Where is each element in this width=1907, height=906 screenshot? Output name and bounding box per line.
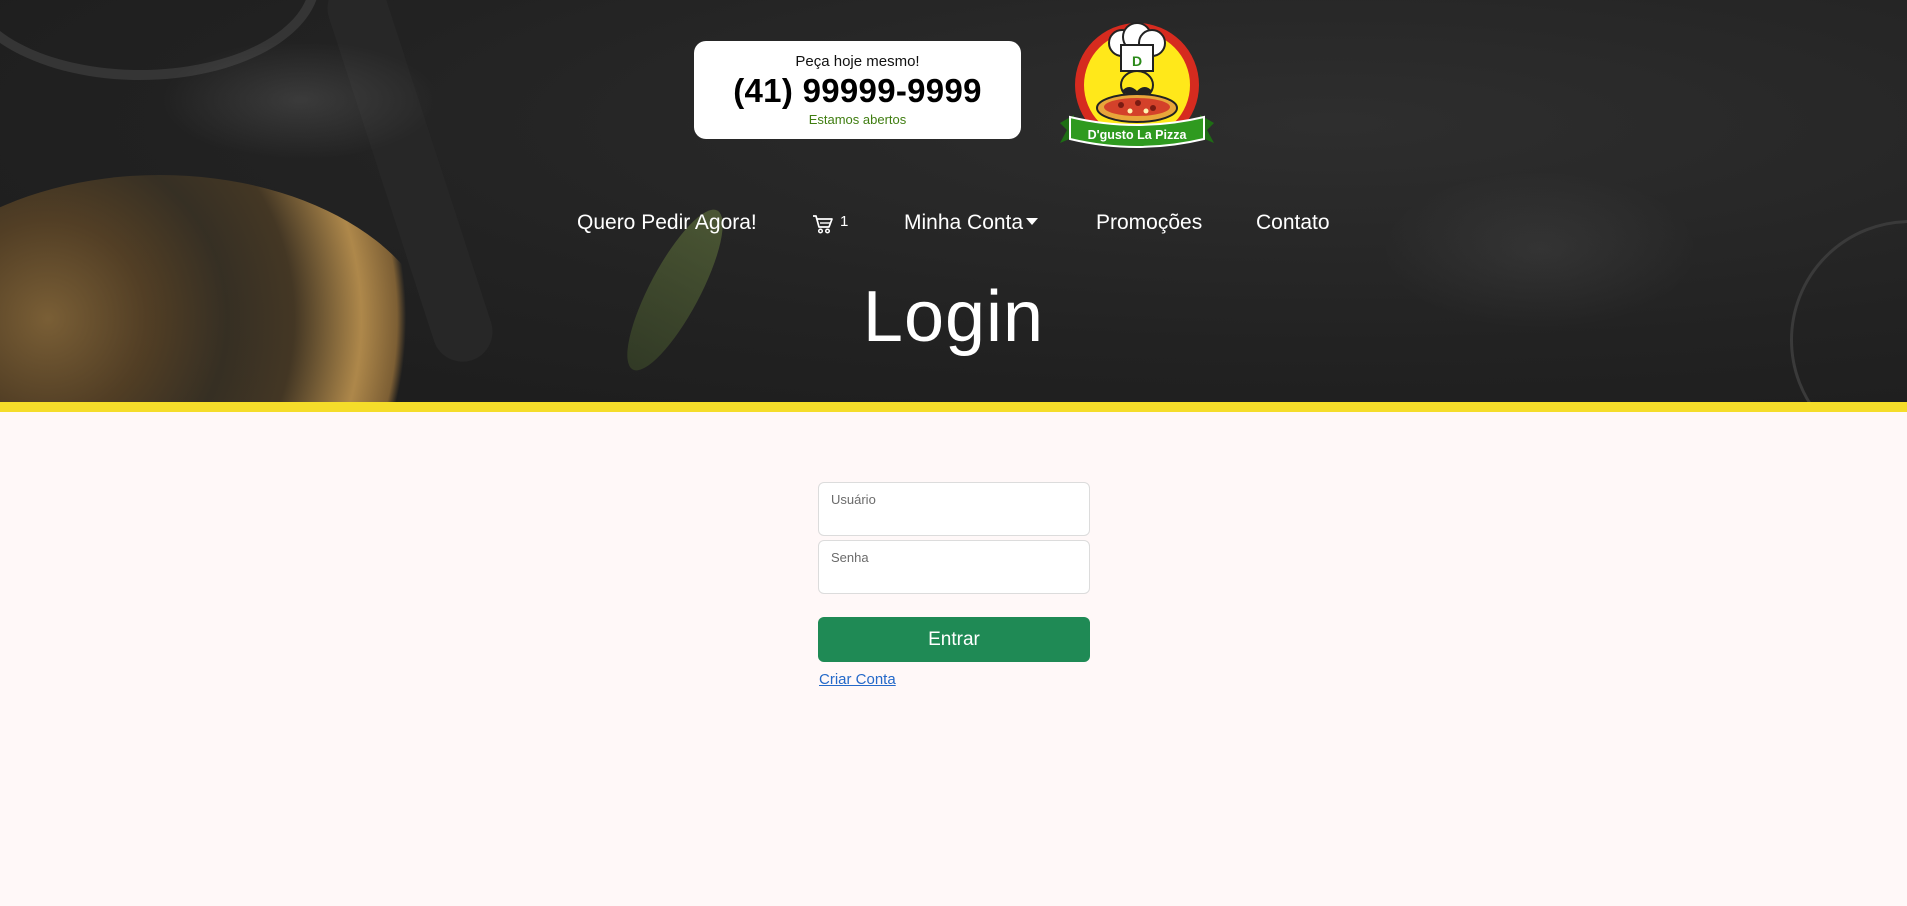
- nav-cart[interactable]: 1: [812, 212, 849, 234]
- password-field[interactable]: Senha: [818, 540, 1090, 594]
- nav-order-now[interactable]: Quero Pedir Agora!: [577, 211, 757, 235]
- nav-my-account-dropdown[interactable]: Minha Conta: [904, 211, 1039, 235]
- brand-name: D'gusto La Pizza: [1088, 128, 1188, 142]
- background-flour-decoration: [160, 40, 440, 160]
- create-account-link[interactable]: Criar Conta: [819, 671, 896, 688]
- phone-number[interactable]: (41) 99999-9999: [694, 72, 1021, 110]
- header-accent-bar: [0, 402, 1907, 412]
- username-label: Usuário: [831, 492, 876, 507]
- order-prompt: Peça hoje mesmo!: [795, 53, 920, 70]
- brand-logo[interactable]: D D'gusto La Pizza: [1058, 15, 1216, 157]
- phone-card: Peça hoje mesmo! (41) 99999-9999 Estamos…: [694, 41, 1021, 139]
- open-status: Estamos abertos: [808, 112, 907, 127]
- main-nav: Quero Pedir Agora! 1 Minha Conta Promoçõ…: [0, 211, 1907, 241]
- nav-my-account-label: Minha Conta: [904, 211, 1024, 234]
- password-label: Senha: [831, 550, 869, 565]
- login-form: Usuário Senha Entrar Criar Conta: [818, 482, 1090, 688]
- cart-count-badge: 1: [840, 212, 849, 230]
- login-button[interactable]: Entrar: [818, 617, 1090, 662]
- cart-icon: [813, 215, 833, 234]
- nav-contact[interactable]: Contato: [1256, 211, 1330, 235]
- page-title: Login: [862, 277, 1045, 357]
- username-field[interactable]: Usuário: [818, 482, 1090, 536]
- nav-promotions[interactable]: Promoções: [1096, 211, 1202, 235]
- hero-banner: Peça hoje mesmo! (41) 99999-9999 Estamos…: [0, 0, 1907, 412]
- password-input[interactable]: [830, 567, 1078, 589]
- pizza-icon: [1096, 93, 1178, 123]
- username-input[interactable]: [830, 509, 1078, 531]
- svg-text:D: D: [1132, 53, 1142, 69]
- caret-down-icon: [1026, 217, 1039, 225]
